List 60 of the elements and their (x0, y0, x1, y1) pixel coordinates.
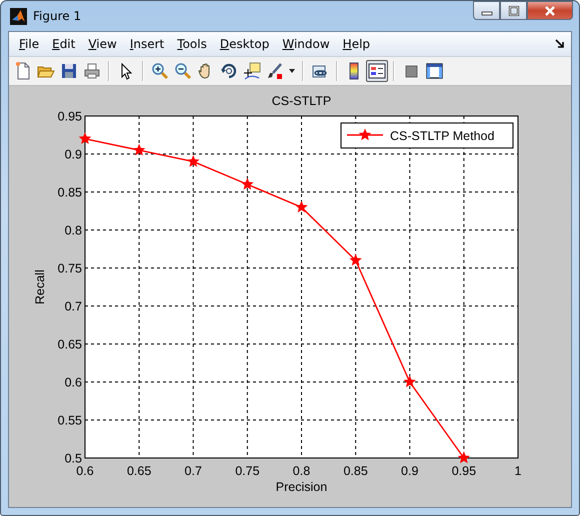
menu-item[interactable]: Insert (122, 37, 170, 51)
star-marker (241, 178, 254, 190)
star-marker (132, 144, 146, 156)
minimize-button[interactable] (473, 1, 500, 20)
zoom-out-icon (174, 62, 192, 80)
y-tick-label: 0.65 (58, 338, 82, 352)
window-title: Figure 1 (33, 9, 82, 23)
data-cursor-button[interactable] (241, 60, 263, 82)
x-tick-label: 0.8 (292, 464, 310, 478)
menu-item[interactable]: Help (336, 37, 376, 51)
x-tick-label: 0.85 (343, 464, 368, 478)
y-tick-label: 0.5 (64, 452, 82, 466)
app-logo-icon (10, 8, 27, 24)
x-tick-label: 0.9 (401, 464, 418, 478)
restore-icon (508, 6, 520, 16)
zoom-in-icon (151, 62, 169, 80)
brush-icon (266, 62, 284, 80)
star-marker (349, 254, 362, 266)
y-tick-label: 0.6 (64, 376, 82, 390)
menu-item[interactable]: Desktop (212, 37, 276, 51)
y-tick-label: 0.95 (58, 110, 82, 124)
close-icon (544, 6, 556, 16)
dock-arrow-icon[interactable] (555, 39, 565, 49)
new-file-icon (14, 62, 32, 80)
x-tick-label: 0.6 (76, 464, 94, 478)
star-marker (458, 452, 470, 464)
star-marker (295, 200, 308, 212)
y-tick-label: 0.55 (58, 414, 82, 428)
x-tick-label: 0.75 (235, 464, 260, 478)
star-marker (78, 132, 92, 144)
y-tick-label: 0.7 (64, 300, 82, 314)
star-marker (187, 155, 200, 167)
x-tick-label: 0.65 (126, 464, 152, 478)
legend-label: CS-STLTP Method (390, 129, 494, 143)
y-tick-label: 0.9 (64, 148, 82, 162)
x-tick-label: 0.95 (452, 464, 476, 478)
x-tick-label: 1 (514, 464, 522, 478)
y-tick-label: 0.85 (58, 186, 82, 200)
rotate-icon (220, 62, 238, 80)
menu-item[interactable]: Window (275, 37, 336, 51)
data-cursor-icon (243, 62, 261, 80)
menu-item[interactable]: File (12, 37, 46, 51)
caret-icon (288, 68, 296, 74)
legend-icon (368, 62, 386, 80)
x-tick-label: 0.7 (184, 464, 202, 478)
close-button[interactable] (527, 1, 573, 20)
menu-item[interactable]: View (81, 37, 123, 51)
menu-item[interactable]: Edit (45, 37, 82, 51)
maximize-button[interactable] (500, 1, 527, 20)
chart-title: CS-STLTP (272, 94, 332, 108)
y-axis-label: Recall (33, 270, 47, 304)
printer-icon (83, 62, 101, 80)
y-tick-label: 0.8 (64, 224, 82, 238)
legend-line-star-icon (347, 128, 383, 140)
star-marker (404, 376, 416, 388)
x-axis-label: Precision (276, 480, 328, 494)
menu-item[interactable]: Tools (170, 37, 213, 51)
legend-button[interactable] (366, 60, 388, 82)
window-icon (425, 62, 443, 80)
y-tick-label: 0.75 (58, 262, 82, 276)
